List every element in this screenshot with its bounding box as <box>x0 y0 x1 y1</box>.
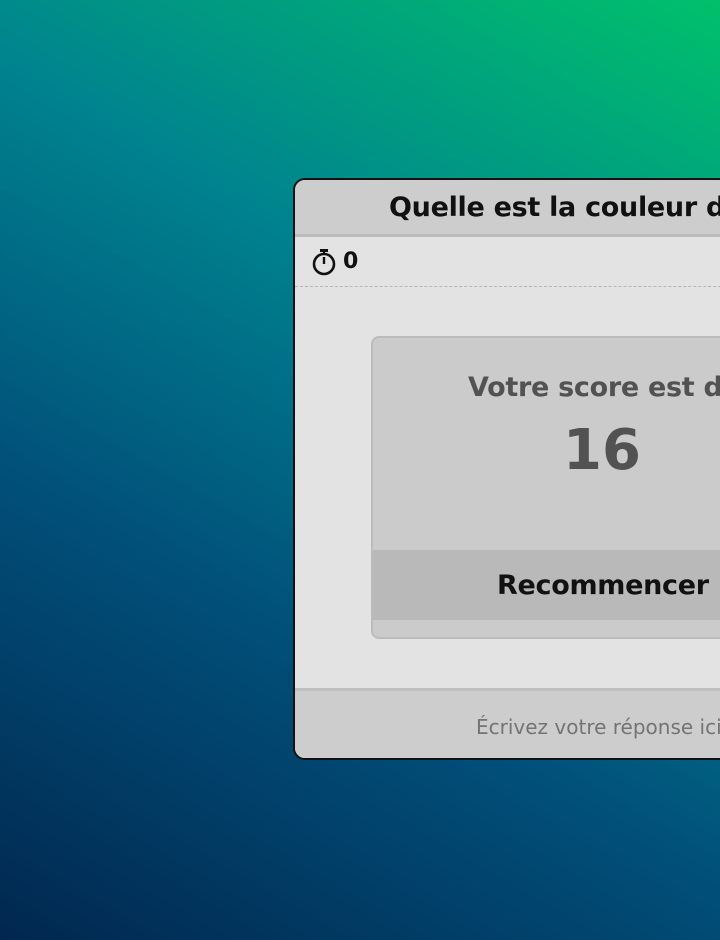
timer-value: 0 <box>343 249 359 274</box>
question-title: Quelle est la couleur du <box>295 180 720 237</box>
score-value: 16 <box>563 418 641 483</box>
result-panel: Votre score est de 16 Recommencer <box>371 336 720 639</box>
timer-bar: 0 <box>295 237 720 287</box>
quiz-card: Quelle est la couleur du 0 Votre score e… <box>293 178 720 760</box>
score-label: Votre score est de <box>468 372 720 403</box>
answer-input[interactable] <box>295 691 720 758</box>
restart-button[interactable]: Recommencer <box>373 550 720 620</box>
stopwatch-icon <box>312 248 336 275</box>
answer-bar <box>295 688 720 758</box>
